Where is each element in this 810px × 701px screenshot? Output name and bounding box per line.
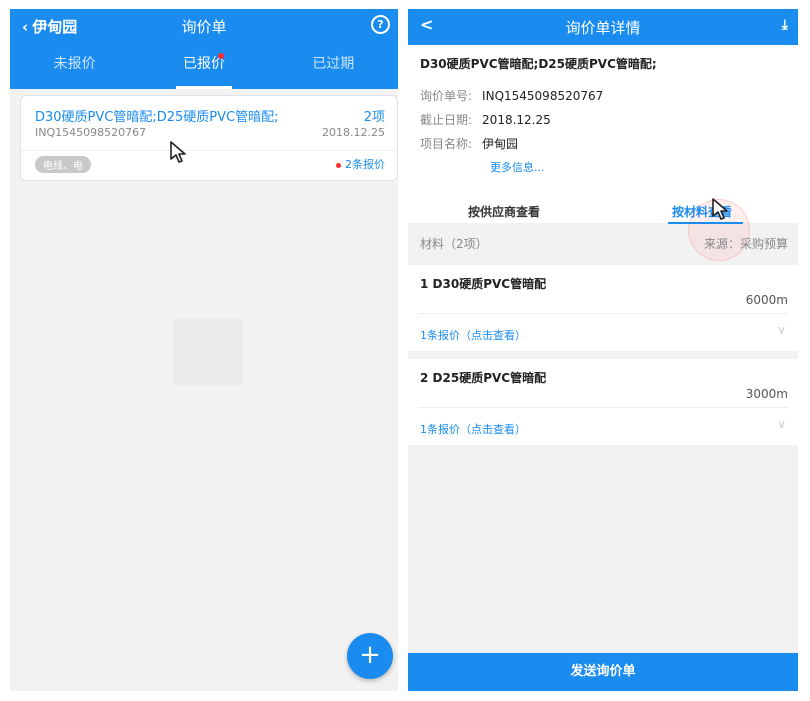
help-icon[interactable]: ? <box>371 15 390 34</box>
inquiry-date: 2018.12.25 <box>322 126 385 139</box>
project-label: 项目名称: <box>420 137 473 151</box>
quote-count-label: 2条报价 <box>345 158 385 171</box>
inquiry-title: D30硬质PVC管暗配;D25硬质PVC管暗配; <box>420 57 657 71</box>
right-screen: < 询价单详情 ⤓ D30硬质PVC管暗配;D25硬质PVC管暗配; 询价单号:… <box>408 9 798 691</box>
tab-by-supplier[interactable]: 按供应商查看 <box>468 203 540 220</box>
download-icon[interactable]: ⤓ <box>782 17 788 33</box>
material-quantity: 3000m <box>745 387 788 401</box>
divider <box>418 313 788 314</box>
materials-header: 材料（2项） 来源：采购预算 <box>408 223 798 263</box>
inquiry-title: D30硬质PVC管暗配;D25硬质PVC管暗配; <box>35 110 279 125</box>
deadline-label: 截止日期: <box>420 113 473 127</box>
project-value: 伊甸园 <box>482 137 519 151</box>
material-item: 2 D25硬质PVC管暗配 3000m 1条报价（点击查看） ∨ <box>408 359 798 445</box>
chevron-down-icon[interactable]: ∨ <box>777 323 786 337</box>
left-screen: ‹ 伊甸园 询价单 ? 未报价 已报价 已过期 D30硬质PVC管暗配;D25硬… <box>10 9 398 691</box>
tab-unquoted[interactable]: 未报价 <box>10 41 139 89</box>
placeholder-block <box>173 319 243 385</box>
inquiry-number: INQ1545098520767 <box>35 126 147 139</box>
inquiry-number-label: 询价单号: <box>420 89 473 103</box>
quote-count: 2条报价 <box>336 156 385 172</box>
inquiry-number-row: 询价单号: INQ1545098520767 <box>420 87 603 104</box>
inquiry-card[interactable]: D30硬质PVC管暗配;D25硬质PVC管暗配; 2项 INQ154509852… <box>20 95 398 181</box>
inquiry-info: D30硬质PVC管暗配;D25硬质PVC管暗配; 询价单号: INQ1545098… <box>408 45 798 261</box>
red-dot-icon <box>336 162 341 168</box>
page-title: 询价单详情 <box>565 19 641 37</box>
pointer-cursor-icon <box>712 198 728 220</box>
deadline-row: 截止日期: 2018.12.25 <box>420 111 551 128</box>
add-button[interactable]: + <box>347 633 393 679</box>
material-name: 2 D25硬质PVC管暗配 <box>420 371 547 385</box>
divider <box>418 407 788 408</box>
item-count: 2项 <box>363 110 385 125</box>
materials-count: 材料（2项） <box>420 237 488 251</box>
chevron-down-icon[interactable]: ∨ <box>777 417 786 431</box>
pointer-cursor-icon <box>170 141 186 163</box>
send-inquiry-button[interactable]: 发送询价单 <box>408 653 798 691</box>
new-indicator-dot <box>217 53 224 59</box>
view-quotes-link[interactable]: 1条报价（点击查看） <box>420 327 526 343</box>
material-quantity: 6000m <box>745 293 788 307</box>
material-name: 1 D30硬质PVC管暗配 <box>420 277 547 291</box>
page-title: 询价单 <box>181 18 227 36</box>
view-quotes-link[interactable]: 1条报价（点击查看） <box>420 421 526 437</box>
project-row: 项目名称: 伊甸园 <box>420 135 518 152</box>
category-tag: 电线、电 <box>35 156 91 173</box>
tab-bar: 未报价 已报价 已过期 <box>10 41 398 89</box>
deadline-value: 2018.12.25 <box>482 113 551 127</box>
tab-quoted[interactable]: 已报价 <box>139 41 268 89</box>
materials-source: 来源：采购预算 <box>703 237 788 251</box>
material-item: 1 D30硬质PVC管暗配 6000m 1条报价（点击查看） ∨ <box>408 265 798 351</box>
right-header: < 询价单详情 ⤓ <box>408 9 798 45</box>
inquiry-number-value: INQ1545098520767 <box>482 89 604 103</box>
divider <box>21 150 397 151</box>
tab-expired[interactable]: 已过期 <box>269 41 398 89</box>
more-info-link[interactable]: 更多信息... <box>490 159 545 175</box>
left-header: ‹ 伊甸园 询价单 ? <box>10 9 398 41</box>
